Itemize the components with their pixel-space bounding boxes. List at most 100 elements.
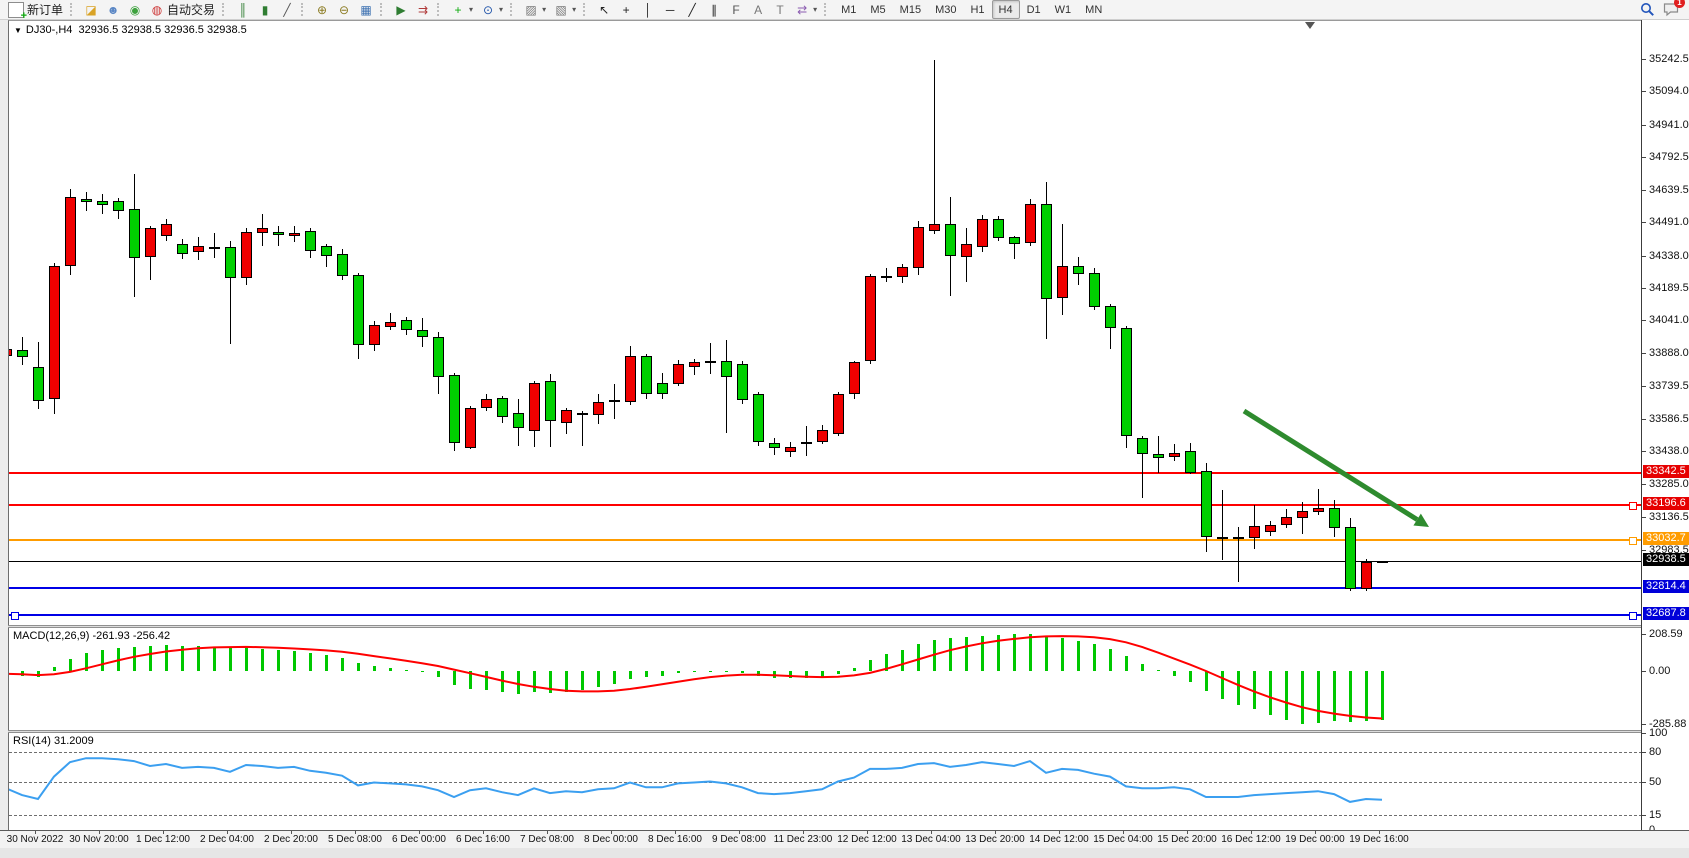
- time-label: 9 Dec 08:00: [712, 834, 766, 845]
- candle: [305, 231, 316, 250]
- chat-button[interactable]: 1: [1663, 2, 1679, 17]
- candle: [705, 361, 716, 363]
- horizontal-line-button[interactable]: ─: [659, 0, 681, 19]
- zoom-in-button[interactable]: ⊕: [311, 0, 333, 19]
- indicator-windows-button[interactable]: ▧▾: [550, 0, 580, 19]
- candle: [481, 399, 492, 408]
- search-button[interactable]: [1640, 2, 1655, 17]
- candle: [1153, 454, 1164, 458]
- axis-tick: [1642, 451, 1646, 452]
- axis-tick: [1642, 484, 1646, 485]
- candle: [673, 364, 684, 384]
- candle: [129, 209, 140, 257]
- toolbar-group-separator: [824, 3, 829, 16]
- toolbar-group-separator: [380, 3, 385, 16]
- candle: [1073, 266, 1084, 274]
- vertical-line-button[interactable]: │: [637, 0, 659, 19]
- axis-tick: [1642, 517, 1646, 518]
- profiles-button[interactable]: ☻: [102, 0, 124, 19]
- timeframe-h4-button[interactable]: H4: [992, 0, 1020, 19]
- periods-clock-button[interactable]: ⊙▾: [477, 0, 507, 19]
- candle: [1249, 526, 1260, 538]
- axis-tick-label: 33285.0: [1649, 478, 1689, 490]
- timeframe-h1-button[interactable]: H1: [963, 0, 991, 19]
- timeframe-m1-button[interactable]: M1: [834, 0, 863, 19]
- collapse-ohlc-icon[interactable]: ▼: [14, 26, 22, 35]
- axis-tick-label: 208.59: [1649, 628, 1683, 640]
- candle: [257, 228, 268, 233]
- timeframe-mn-button[interactable]: MN: [1078, 0, 1109, 19]
- chart-shift-marker[interactable]: [1305, 22, 1315, 29]
- candle: [1329, 508, 1340, 528]
- timeframe-m30-button[interactable]: M30: [928, 0, 963, 19]
- arrows-button[interactable]: ⇄▾: [791, 0, 821, 19]
- macd-panel[interactable]: MACD(12,26,9) -261.93 -256.42: [8, 628, 1641, 730]
- candle: [801, 442, 812, 444]
- candle: [225, 247, 236, 277]
- candle: [113, 201, 124, 211]
- timeframe-w1-button[interactable]: W1: [1048, 0, 1079, 19]
- axis-tick-label: 34941.0: [1649, 119, 1689, 131]
- chevron-down-icon: ▾: [542, 5, 546, 14]
- candle: [17, 350, 28, 357]
- timeframe-d1-button[interactable]: D1: [1020, 0, 1048, 19]
- main-chart-panel[interactable]: ▼DJ30-,H4 32936.5 32938.5 32936.5 32938.…: [8, 20, 1641, 625]
- candle: [145, 228, 156, 257]
- candle: [449, 375, 460, 443]
- toolbar-group-separator: [437, 3, 442, 16]
- autotrade-button[interactable]: ◍自动交易: [146, 0, 219, 19]
- text-button[interactable]: A: [747, 0, 769, 19]
- cursor-button[interactable]: ↖: [593, 0, 615, 19]
- axis-tick-label: 50: [1649, 776, 1661, 788]
- new-order-label: 新订单: [27, 1, 63, 18]
- zoom-out-button[interactable]: ⊖: [333, 0, 355, 19]
- auto-scroll-button[interactable]: ▶: [390, 0, 412, 19]
- timeframe-m15-button[interactable]: M15: [893, 0, 928, 19]
- new-order-button[interactable]: + 新订单: [4, 0, 67, 19]
- chart-shift-button[interactable]: ⇉: [412, 0, 434, 19]
- candle: [353, 275, 364, 346]
- tile-windows-button[interactable]: ▦: [355, 0, 377, 19]
- axis-tick: [1642, 320, 1646, 321]
- signals-button[interactable]: ◉: [124, 0, 146, 19]
- rsi-panel[interactable]: RSI(14) 31.2009: [8, 733, 1641, 830]
- price-scale[interactable]: 35242.535094.034941.034792.534639.534491…: [1641, 20, 1689, 830]
- time-label: 15 Dec 20:00: [1157, 834, 1217, 845]
- highlighter-icon: ◪: [84, 3, 98, 17]
- fibonacci-button[interactable]: F: [725, 0, 747, 19]
- timeframe-m5-button[interactable]: M5: [863, 0, 892, 19]
- time-label: 6 Dec 16:00: [456, 834, 510, 845]
- candle: [1361, 562, 1372, 589]
- axis-tick-label: 34491.0: [1649, 216, 1689, 228]
- add-indicator-button[interactable]: +▾: [447, 0, 477, 19]
- trend-arrow-annotation[interactable]: [9, 21, 1641, 625]
- new-order-icon: +: [8, 2, 24, 18]
- text-label-button[interactable]: T: [769, 0, 791, 19]
- highlighter-button[interactable]: ◪: [80, 0, 102, 19]
- crosshair-button[interactable]: +: [615, 0, 637, 19]
- time-label: 2 Dec 20:00: [264, 834, 318, 845]
- time-label: 30 Nov 2022: [7, 834, 64, 845]
- text-icon: A: [751, 3, 765, 17]
- trendline-button[interactable]: ╱: [681, 0, 703, 19]
- candlestick-chart-button[interactable]: ▮: [254, 0, 276, 19]
- price-badge: 33196.6: [1643, 497, 1689, 510]
- candle: [977, 219, 988, 247]
- templates-button[interactable]: ▨▾: [520, 0, 550, 19]
- time-label: 12 Dec 12:00: [837, 834, 897, 845]
- bar-chart-button[interactable]: ║: [232, 0, 254, 19]
- candle-wick: [710, 343, 711, 373]
- candle: [1025, 204, 1036, 243]
- channel-button[interactable]: ∥: [703, 0, 725, 19]
- candle: [337, 254, 348, 276]
- time-label: 19 Dec 16:00: [1349, 834, 1409, 845]
- time-scale[interactable]: 30 Nov 202230 Nov 20:001 Dec 12:002 Dec …: [0, 830, 1689, 848]
- chart-title: ▼DJ30-,H4 32936.5 32938.5 32936.5 32938.…: [14, 24, 247, 36]
- axis-tick-label: 34792.5: [1649, 151, 1689, 163]
- axis-tick: [1642, 782, 1646, 783]
- candle-wick: [214, 233, 215, 257]
- line-chart-button[interactable]: ╱: [276, 0, 298, 19]
- candle: [881, 276, 892, 278]
- horizontal-line-icon: ─: [663, 3, 677, 17]
- axis-tick-label: 34189.5: [1649, 282, 1689, 294]
